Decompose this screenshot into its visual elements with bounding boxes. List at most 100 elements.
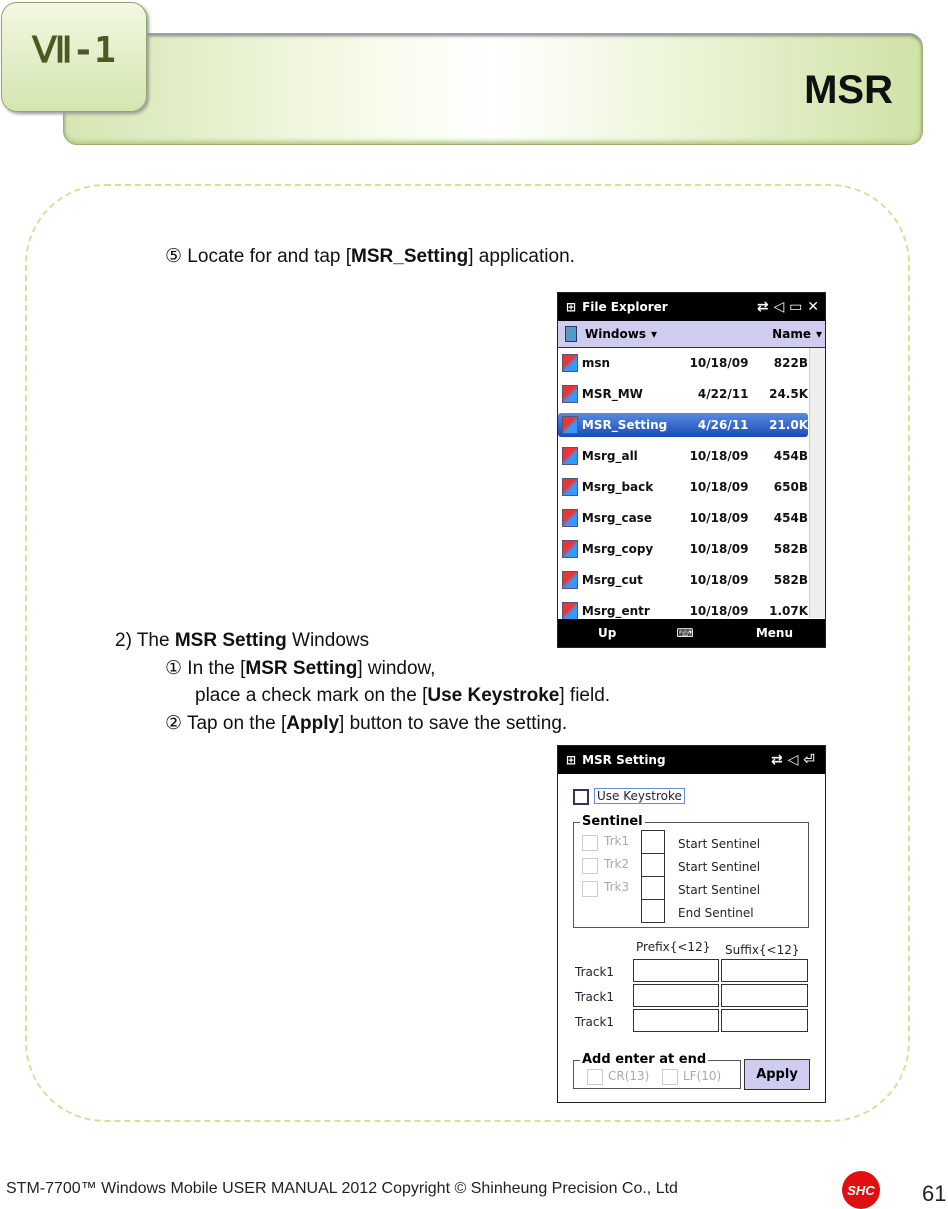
t: Use Keystroke <box>427 685 560 706</box>
suffix-input[interactable] <box>721 1009 808 1032</box>
file-size: 1.07K <box>769 604 808 618</box>
group-label: Sentinel <box>580 814 645 829</box>
shc-logo: SHC <box>842 1171 880 1209</box>
track-checkbox[interactable] <box>582 835 598 851</box>
page-title: MSR <box>804 68 893 112</box>
file-name: msn <box>581 356 611 370</box>
file-name: MSR_Setting <box>581 418 668 432</box>
prefix-input[interactable] <box>633 959 719 982</box>
sentinel-input[interactable] <box>641 853 665 877</box>
t: Windows <box>286 630 370 651</box>
file-name: Msrg_cut <box>581 573 643 587</box>
file-row[interactable]: msn 10/18/09 822B <box>558 351 808 375</box>
track-label: Trk2 <box>604 857 630 871</box>
file-size: 822B <box>773 356 808 370</box>
file-date: 10/18/09 <box>689 542 749 556</box>
file-size: 454B <box>773 449 808 463</box>
t: ② Tap on the [ <box>165 713 287 734</box>
sentinel-label: Start Sentinel <box>678 837 761 851</box>
file-date: 4/26/11 <box>697 418 749 432</box>
folder-dropdown[interactable]: Windows <box>585 327 646 341</box>
chevron-down-icon: ▾ <box>815 327 822 341</box>
use-keystroke-checkbox[interactable] <box>573 789 589 805</box>
window-title: MSR Setting <box>582 753 666 767</box>
file-size: 582B <box>773 542 808 556</box>
file-date: 10/18/09 <box>689 356 749 370</box>
t: ] button to save the setting. <box>339 713 568 734</box>
sentinel-input[interactable] <box>641 899 665 923</box>
track-label: Trk3 <box>604 880 630 894</box>
file-list: msn 10/18/09 822B MSR_MW 4/22/11 24.5K MSR_Set… <box>558 348 825 620</box>
file-icon <box>562 571 578 589</box>
file-row[interactable]: MSR_MW 4/22/11 24.5K <box>558 382 808 406</box>
track-row-label: Track1 <box>575 1015 615 1029</box>
msr-setting-screenshot: ⊞ MSR Setting ⇄ ◁ ⏎ Use Keystroke Sentinel… <box>557 745 826 1103</box>
sentinel-label: Start Sentinel <box>678 883 761 897</box>
file-name: Msrg_all <box>581 449 638 463</box>
cr-checkbox[interactable] <box>587 1069 603 1085</box>
use-keystroke-label[interactable]: Use Keystroke <box>594 788 685 804</box>
file-size: 21.0K <box>769 418 808 432</box>
file-size: 24.5K <box>769 387 808 401</box>
file-date: 10/18/09 <box>689 573 749 587</box>
file-date: 10/18/09 <box>689 449 749 463</box>
file-row[interactable]: Msrg_all 10/18/09 454B <box>558 444 808 468</box>
file-row[interactable]: Msrg_case 10/18/09 454B <box>558 506 808 530</box>
t: ] window, <box>357 658 436 679</box>
t: ] field. <box>559 685 611 706</box>
sentinel-label: End Sentinel <box>678 906 754 920</box>
file-row[interactable]: Msrg_cut 10/18/09 582B <box>558 568 808 592</box>
file-row[interactable]: MSR_Setting 4/26/11 21.0K <box>558 413 808 437</box>
file-date: 10/18/09 <box>689 604 749 618</box>
file-row[interactable]: Msrg_copy 10/18/09 582B <box>558 537 808 561</box>
up-softkey[interactable]: Up <box>598 626 616 640</box>
track-checkbox[interactable] <box>582 881 598 897</box>
window-title: File Explorer <box>582 300 668 314</box>
softkey-bar: Up ⌨ Menu <box>558 619 825 647</box>
t: MSR_Setting <box>351 246 469 267</box>
file-date: 10/18/09 <box>689 480 749 494</box>
prefix-input[interactable] <box>633 1009 719 1032</box>
sentinel-input[interactable] <box>641 876 665 900</box>
suffix-label: Suffix{<12} <box>725 943 800 957</box>
menu-softkey[interactable]: Menu <box>756 626 793 640</box>
suffix-input[interactable] <box>721 959 808 982</box>
t: Apply <box>286 713 340 734</box>
apply-button[interactable]: Apply <box>744 1059 810 1090</box>
status-icons: ⇄ ◁ ⏎ <box>771 752 815 768</box>
file-row[interactable]: Msrg_back 10/18/09 650B <box>558 475 808 499</box>
title-bar: ⊞ File Explorer ⇄ ◁ ▭ ✕ <box>558 293 825 321</box>
track-row-label: Track1 <box>575 990 615 1004</box>
file-name: Msrg_copy <box>581 542 654 556</box>
page-number: 61 <box>922 1181 947 1206</box>
file-icon <box>562 416 578 434</box>
file-explorer-screenshot: ⊞ File Explorer ⇄ ◁ ▭ ✕ Windows ▾ Name ▾ msn… <box>557 292 826 648</box>
windows-logo-icon: ⊞ <box>566 753 577 767</box>
prefix-input[interactable] <box>633 984 719 1007</box>
footer-text: STM-7700™ Windows Mobile USER MANUAL 201… <box>6 1180 678 1197</box>
t: place a check mark on the [ <box>195 685 428 706</box>
file-icon <box>562 478 578 496</box>
file-name: Msrg_entr <box>581 604 650 618</box>
section-2-heading: 2) The MSR Setting Windows <box>115 630 369 652</box>
file-icon <box>562 540 578 558</box>
title-bar: ⊞ MSR Setting ⇄ ◁ ⏎ <box>558 746 825 774</box>
step-5: ⑤ Locate for and tap [MSR_Setting] appli… <box>165 245 575 268</box>
scrollbar[interactable] <box>809 348 825 618</box>
sort-dropdown[interactable]: Name <box>772 327 811 341</box>
lf-label: LF(10) <box>683 1069 722 1083</box>
track-row-label: Track1 <box>575 965 615 979</box>
prefix-label: Prefix{<12} <box>636 940 711 954</box>
status-icons: ⇄ ◁ ▭ ✕ <box>756 299 819 315</box>
lf-checkbox[interactable] <box>662 1069 678 1085</box>
keyboard-icon[interactable]: ⌨ <box>676 626 693 640</box>
file-name: MSR_MW <box>581 387 643 401</box>
file-name: Msrg_back <box>581 480 654 494</box>
file-icon <box>562 447 578 465</box>
track-checkbox[interactable] <box>582 858 598 874</box>
step-2-1-cont: place a check mark on the [Use Keystroke… <box>195 685 610 707</box>
suffix-input[interactable] <box>721 984 808 1007</box>
sentinel-input[interactable] <box>641 830 665 854</box>
file-size: 582B <box>773 573 808 587</box>
section-badge: Ⅶ-1 <box>1 2 147 112</box>
